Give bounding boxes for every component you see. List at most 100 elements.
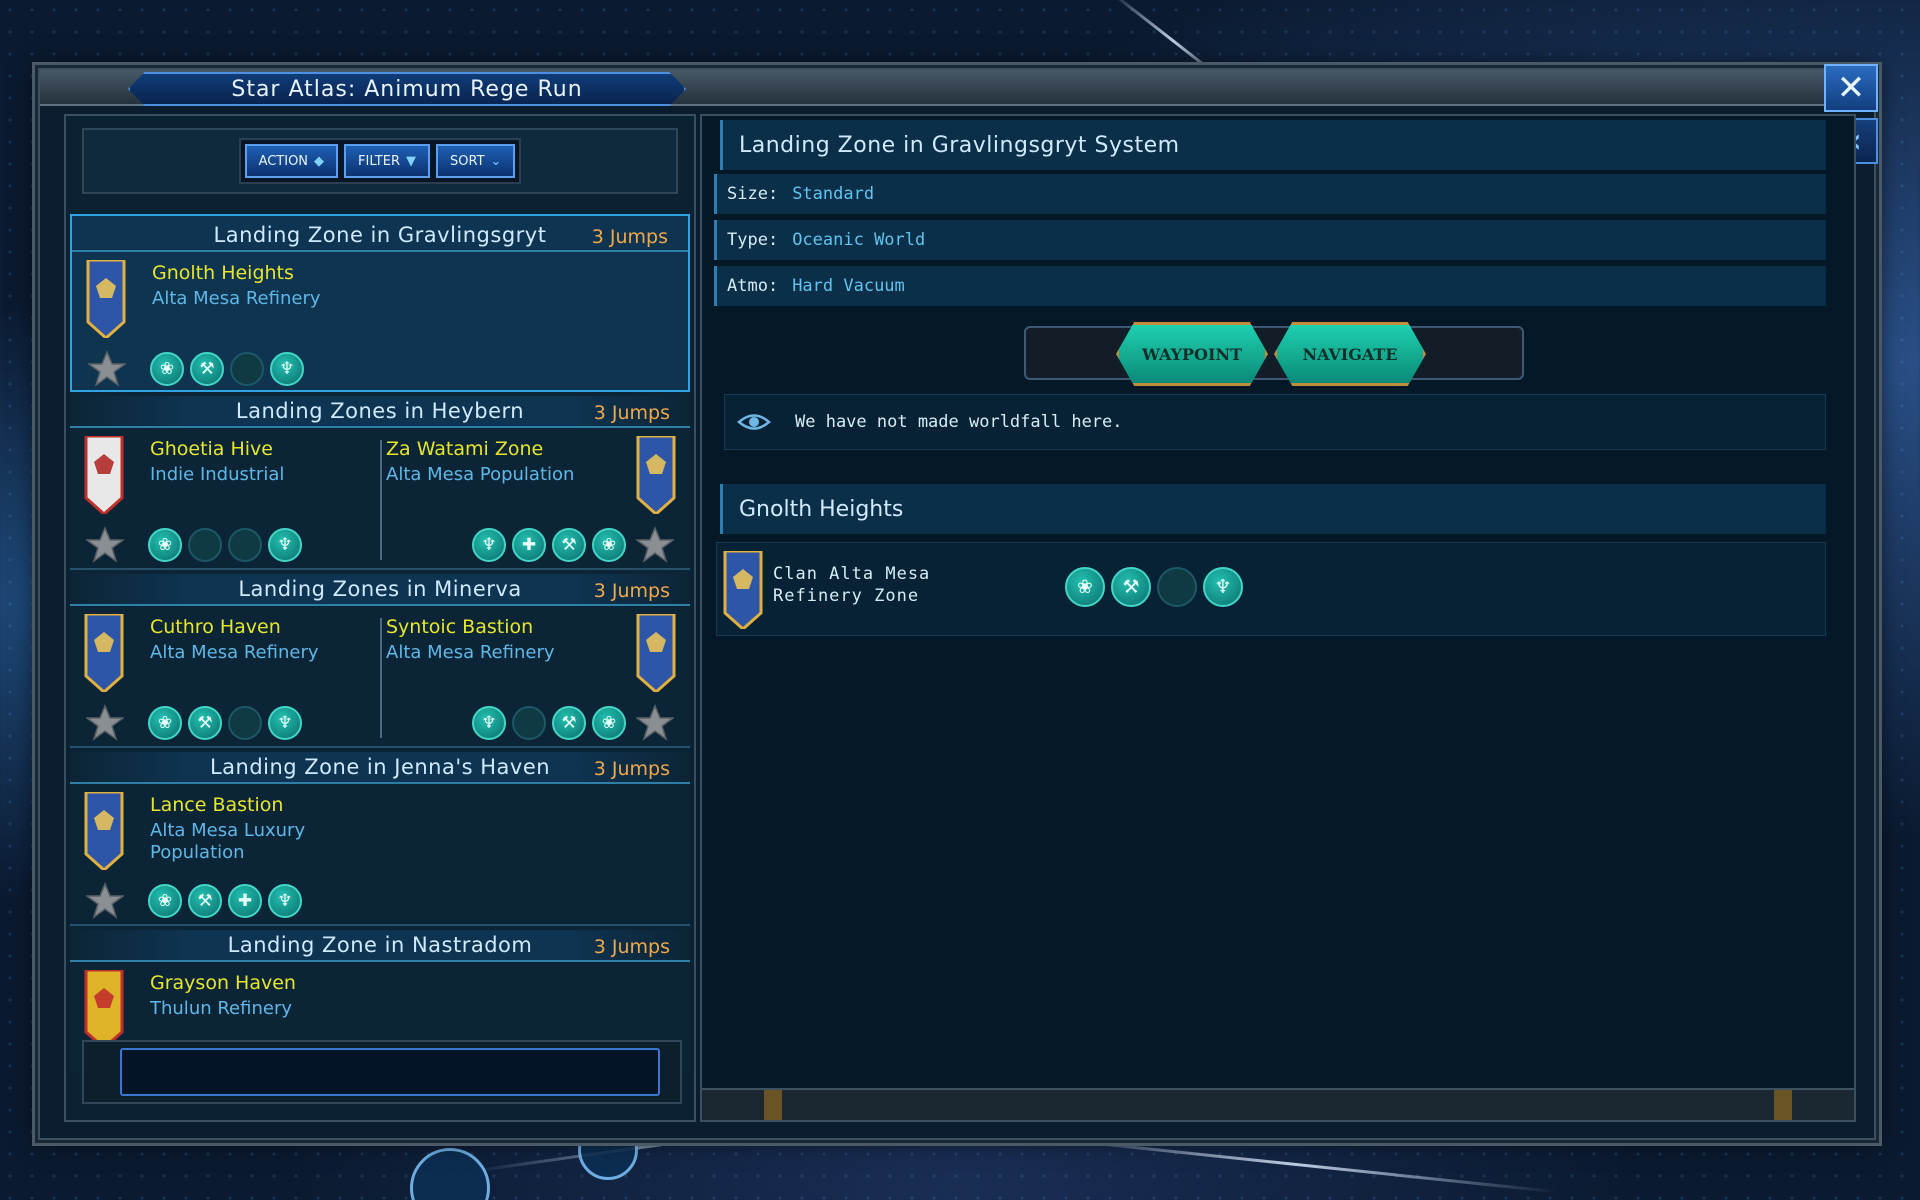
navigate-button[interactable]: NAVIGATE bbox=[1274, 322, 1426, 386]
group-header: Landing Zone in Jenna's Haven 3 Jumps bbox=[70, 752, 690, 784]
zone-name: Lance Bastion bbox=[150, 794, 284, 816]
faction-banner-icon bbox=[84, 434, 124, 517]
zone-name: Syntoic Bastion bbox=[386, 616, 534, 638]
wrench-icon[interactable]: ⚒ bbox=[188, 706, 222, 740]
landing-zone-entry[interactable]: Syntoic Bastion Alta Mesa Refinery ♆ ⚒ ❀ bbox=[382, 610, 682, 744]
favorite-star-icon[interactable] bbox=[84, 704, 126, 742]
filter-button[interactable]: FILTER ▼ bbox=[344, 144, 430, 178]
action-label: ACTION bbox=[258, 153, 309, 169]
landing-zone-entry[interactable]: Ghoetia Hive Indie Industrial ❀ ♆ bbox=[78, 432, 378, 566]
landing-zone-group[interactable]: Landing Zone in Gravlingsgryt 3 Jumps Gnol… bbox=[70, 214, 690, 392]
faction-banner-icon bbox=[636, 612, 676, 695]
group-title: Landing Zones in Minerva bbox=[238, 577, 522, 601]
detail-footer bbox=[702, 1088, 1854, 1120]
landing-zone-entry[interactable]: Gnolth Heights Alta Mesa Refinery ❀ ⚒ ♆ bbox=[80, 256, 380, 390]
landing-zone-entry[interactable]: Lance Bastion Alta Mesa Luxury Population… bbox=[78, 788, 378, 922]
empty-resource-slot[interactable] bbox=[230, 352, 264, 386]
empty-resource-slot[interactable] bbox=[512, 706, 546, 740]
landing-zone-entry[interactable]: Cuthro Haven Alta Mesa Refinery ❀ ⚒ ♆ bbox=[78, 610, 378, 744]
crystal-icon[interactable]: ♆ bbox=[472, 528, 506, 562]
zone-faction: Alta Mesa Refinery bbox=[152, 288, 321, 309]
favorite-star-icon[interactable] bbox=[84, 526, 126, 564]
zone-faction: Alta Mesa Refinery bbox=[386, 642, 555, 663]
jump-count: 3 Jumps bbox=[593, 936, 670, 958]
zone-resource-icons: ❀ ⚒ ♆ bbox=[1065, 567, 1243, 607]
detail-title: Landing Zone in Gravlingsgryt System bbox=[720, 120, 1826, 170]
zone-name: Za Watami Zone bbox=[386, 438, 544, 460]
zone-faction: Alta Mesa Population bbox=[386, 464, 575, 485]
title-plate: Star Atlas: Animum Rege Run bbox=[128, 72, 686, 106]
faction-banner-icon bbox=[636, 434, 676, 517]
frame-bolt bbox=[1774, 1090, 1792, 1120]
zone-faction: Indie Industrial bbox=[150, 464, 285, 485]
favorite-star-icon[interactable] bbox=[84, 882, 126, 920]
search-input[interactable] bbox=[120, 1048, 660, 1096]
crystal-icon[interactable]: ♆ bbox=[270, 352, 304, 386]
close-button[interactable]: ✕ bbox=[1824, 64, 1878, 112]
frame-bolt bbox=[764, 1090, 782, 1120]
favorite-star-icon[interactable] bbox=[86, 350, 128, 388]
landing-zone-group[interactable]: Landing Zones in Heybern 3 Jumps Ghoetia H… bbox=[70, 392, 690, 570]
sort-button[interactable]: SORT ⌄ bbox=[436, 144, 516, 178]
list-footer bbox=[82, 1040, 682, 1104]
list-toolbar: ACTION ◆ FILTER ▼ SORT ⌄ bbox=[82, 128, 678, 194]
favorite-star-icon[interactable] bbox=[634, 526, 676, 564]
wrench-icon[interactable]: ⚒ bbox=[552, 706, 586, 740]
bandage-icon[interactable]: ✚ bbox=[512, 528, 546, 562]
tri-circle-icon[interactable]: ❀ bbox=[148, 884, 182, 918]
tri-circle-icon[interactable]: ❀ bbox=[1065, 567, 1105, 607]
crystal-icon[interactable]: ♆ bbox=[472, 706, 506, 740]
crystal-icon[interactable]: ♆ bbox=[1203, 567, 1243, 607]
landing-zone-entry[interactable]: Za Watami Zone Alta Mesa Population ♆ ✚ ⚒ ❀ bbox=[382, 432, 682, 566]
chevron-down-icon: ⌄ bbox=[490, 153, 502, 169]
group-title: Landing Zone in Jenna's Haven bbox=[209, 755, 551, 779]
tri-circle-icon[interactable]: ❀ bbox=[148, 528, 182, 562]
landing-zone-list-panel: ACTION ◆ FILTER ▼ SORT ⌄ Landing Zone in… bbox=[64, 114, 696, 1122]
zone-faction: Alta Mesa Luxury Population bbox=[150, 820, 306, 863]
crystal-icon[interactable]: ♆ bbox=[268, 706, 302, 740]
group-header: Landing Zones in Heybern 3 Jumps bbox=[70, 396, 690, 428]
zone-detail-panel: Landing Zone in Gravlingsgryt System Siz… bbox=[700, 114, 1856, 1122]
zone-faction-name: Clan Alta Mesa Refinery Zone bbox=[773, 564, 931, 606]
zone-subtitle: Gnolth Heights bbox=[720, 484, 1826, 534]
faction-banner-icon bbox=[84, 790, 124, 873]
empty-resource-slot[interactable] bbox=[228, 706, 262, 740]
zone-name: Cuthro Haven bbox=[150, 616, 281, 638]
wrench-icon[interactable]: ⚒ bbox=[188, 884, 222, 918]
zone-faction: Thulun Refinery bbox=[150, 998, 292, 1019]
type-row: Type: Oceanic World bbox=[714, 220, 1826, 260]
wrench-icon[interactable]: ⚒ bbox=[552, 528, 586, 562]
wrench-icon[interactable]: ⚒ bbox=[1111, 567, 1151, 607]
landing-zone-group[interactable]: Landing Zones in Minerva 3 Jumps Cuthro Ha… bbox=[70, 570, 690, 748]
group-header: Landing Zone in Gravlingsgryt 3 Jumps bbox=[72, 220, 688, 252]
favorite-star-icon[interactable] bbox=[634, 704, 676, 742]
empty-resource-slot[interactable] bbox=[1157, 567, 1197, 607]
eye-icon bbox=[737, 414, 771, 430]
tri-circle-icon[interactable]: ❀ bbox=[592, 528, 626, 562]
faction-banner-icon bbox=[723, 551, 763, 629]
wrench-icon[interactable]: ⚒ bbox=[190, 352, 224, 386]
action-button[interactable]: ACTION ◆ bbox=[244, 144, 339, 178]
zone-name: Grayson Haven bbox=[150, 972, 296, 994]
jump-count: 3 Jumps bbox=[591, 226, 668, 248]
bandage-icon[interactable]: ✚ bbox=[228, 884, 262, 918]
filter-label: FILTER bbox=[358, 153, 400, 169]
tri-circle-icon[interactable]: ❀ bbox=[148, 706, 182, 740]
diamond-icon: ◆ bbox=[314, 153, 325, 169]
tri-circle-icon[interactable]: ❀ bbox=[150, 352, 184, 386]
landing-zone-list[interactable]: Landing Zone in Gravlingsgryt 3 Jumps Gnol… bbox=[70, 214, 690, 1072]
worldfall-note-text: We have not made worldfall here. bbox=[795, 412, 1123, 432]
resource-icons: ❀⚒✚♆ bbox=[148, 884, 302, 918]
landing-zone-group[interactable]: Landing Zone in Jenna's Haven 3 Jumps Lanc… bbox=[70, 748, 690, 926]
empty-resource-slot[interactable] bbox=[188, 528, 222, 562]
resource-icons: ♆ ⚒ ❀ bbox=[472, 706, 626, 740]
atmo-key: Atmo: bbox=[727, 276, 779, 296]
worldfall-note: We have not made worldfall here. bbox=[724, 394, 1826, 450]
resource-icons: ❀ ⚒ ♆ bbox=[148, 706, 302, 740]
empty-resource-slot[interactable] bbox=[228, 528, 262, 562]
tri-circle-icon[interactable]: ❀ bbox=[592, 706, 626, 740]
crystal-icon[interactable]: ♆ bbox=[268, 528, 302, 562]
sort-label: SORT bbox=[450, 153, 485, 169]
waypoint-button[interactable]: WAYPOINT bbox=[1116, 322, 1268, 386]
crystal-icon[interactable]: ♆ bbox=[268, 884, 302, 918]
